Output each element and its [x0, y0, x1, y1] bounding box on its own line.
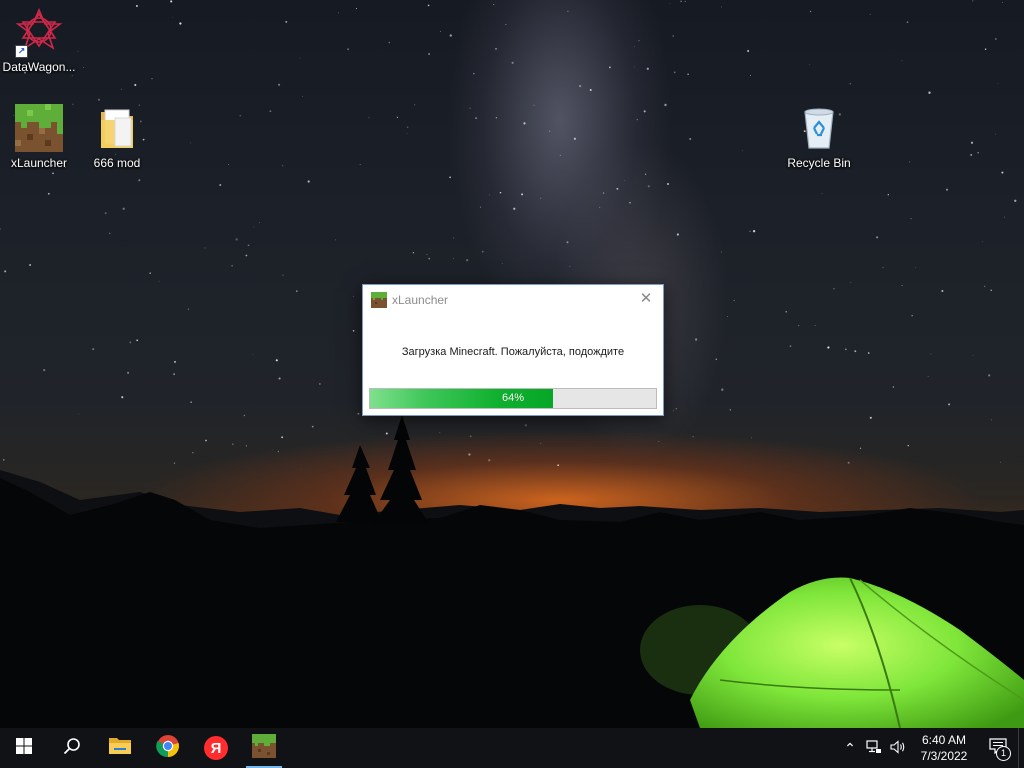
minecraft-grass-block-icon [15, 104, 63, 152]
windows-start-icon [16, 737, 32, 759]
taskbar-file-explorer[interactable] [96, 728, 144, 768]
chrome-icon [156, 734, 180, 763]
xlauncher-dialog: xLauncher ✕ Загрузка Minecraft. Пожалуйс… [362, 284, 664, 416]
taskbar-clock[interactable]: 6:40 AM 7/3/2022 [910, 732, 978, 764]
show-desktop-button[interactable] [1018, 728, 1024, 768]
yandex-browser-icon: Я [204, 736, 228, 760]
minecraft-grass-block-icon [371, 292, 387, 308]
desktop-icon-label: Recycle Bin [787, 156, 851, 170]
folder-icon [93, 104, 141, 152]
show-hidden-icons-button[interactable]: ⌃ [838, 728, 862, 768]
close-icon: ✕ [639, 290, 653, 307]
desktop-icon-label: xLauncher [10, 156, 68, 170]
speaker-icon [890, 739, 906, 757]
desktop-icon-xlauncher[interactable]: xLauncher [0, 104, 78, 170]
taskbar: Я ⌃ 6:40 AM 7/3/2022 1 [0, 728, 1024, 768]
system-tray: ⌃ 6:40 AM 7/3/2022 1 [838, 728, 1024, 768]
desktop-icon-recycle-bin[interactable]: Recycle Bin [780, 104, 858, 170]
clock-date: 7/3/2022 [920, 749, 968, 763]
search-button[interactable] [48, 728, 96, 768]
action-center-button[interactable]: 1 [978, 728, 1018, 768]
search-icon [63, 737, 81, 760]
desktop-icon-label: DataWagon... [2, 60, 76, 74]
progress-bar: 64% [369, 388, 657, 409]
recycle-bin-icon [795, 104, 843, 152]
taskbar-xlauncher[interactable] [240, 728, 288, 768]
taskbar-yandex-browser[interactable]: Я [192, 728, 240, 768]
desktop-icon-666-mod[interactable]: 666 mod [78, 104, 156, 170]
file-explorer-icon [108, 736, 132, 761]
xlauncher-icon [252, 733, 276, 763]
chevron-up-icon: ⌃ [844, 739, 856, 756]
loading-message: Загрузка Minecraft. Пожалуйста, подождит… [401, 346, 625, 358]
network-icon [866, 739, 882, 757]
start-button[interactable] [0, 728, 48, 768]
notification-count-badge: 1 [996, 746, 1011, 761]
desktop-icon-label: 666 mod [93, 156, 141, 170]
volume-button[interactable] [886, 728, 910, 768]
shortcut-arrow-icon: ↗ [15, 45, 28, 58]
dialog-title: xLauncher [392, 293, 449, 307]
taskbar-chrome[interactable] [144, 728, 192, 768]
progress-percent: 64% [501, 392, 525, 404]
dialog-titlebar[interactable]: xLauncher ✕ [363, 285, 663, 315]
clock-time: 6:40 AM [921, 733, 967, 747]
desktop-icon-datawagon[interactable]: ↗ DataWagon... [0, 7, 78, 74]
datawagon-app-icon: ↗ [15, 7, 63, 58]
yandex-glyph: Я [210, 739, 222, 757]
close-button[interactable]: ✕ [635, 289, 657, 309]
network-button[interactable] [862, 728, 886, 768]
